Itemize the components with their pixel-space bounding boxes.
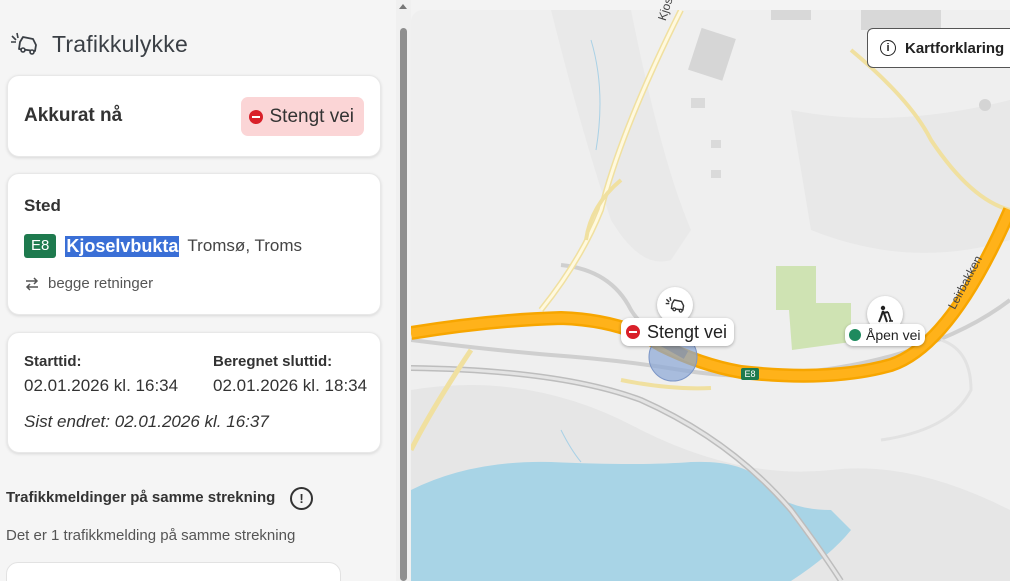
- road-row: E8 Kjoselvbukta Tromsø, Troms: [24, 234, 302, 258]
- open-road-map-label[interactable]: Åpen vei: [845, 324, 926, 346]
- badge-text: Stengt vei: [269, 105, 355, 127]
- time-card: Starttid: 02.01.2026 kl. 16:34 Beregnet …: [7, 332, 381, 453]
- no-entry-icon: [248, 109, 263, 124]
- open-road-text: Åpen vei: [866, 327, 921, 343]
- sidebar-scrollbar[interactable]: [396, 0, 411, 581]
- related-heading: Trafikkmeldinger på samme strekning: [6, 489, 276, 506]
- closed-road-map-label[interactable]: Stengt vei: [621, 318, 735, 346]
- map-view[interactable]: [411, 10, 1010, 581]
- place-detail: Tromsø, Troms: [187, 236, 302, 255]
- direction-text: begge retninger: [48, 275, 154, 292]
- exclamation-circle-icon[interactable]: !: [290, 487, 313, 510]
- status-card: Akkurat nå Stengt vei: [7, 75, 381, 157]
- info-icon: i: [880, 40, 896, 56]
- end-label: Beregnet sluttid:: [213, 353, 333, 370]
- closed-road-text: Stengt vei: [647, 321, 728, 342]
- start-label: Starttid:: [24, 353, 82, 370]
- car-crash-icon: [11, 32, 37, 55]
- no-entry-icon: [626, 325, 640, 339]
- closed-road-badge: Stengt vei: [240, 97, 364, 136]
- swap-arrows-icon: [25, 276, 39, 291]
- e8-road-shield: E8: [741, 368, 759, 380]
- open-status-dot-icon: [849, 329, 861, 341]
- location-heading: Sted: [24, 196, 61, 215]
- place-name[interactable]: Kjoselvbukta: [65, 235, 180, 257]
- scrollbar-thumb[interactable]: [400, 28, 407, 581]
- car-crash-icon: [665, 297, 685, 313]
- incident-sidebar: Trafikkulykke Akkurat nå Stengt vei Sted…: [0, 0, 396, 581]
- last-changed: Sist endret: 02.01.2026 kl. 16:37: [24, 412, 269, 431]
- direction-row: begge retninger: [24, 275, 153, 292]
- status-label: Akkurat nå: [24, 105, 123, 126]
- end-value: 02.01.2026 kl. 18:34: [213, 376, 368, 395]
- related-message-card[interactable]: [6, 562, 341, 581]
- location-card: Sted E8 Kjoselvbukta Tromsø, Troms begge…: [7, 173, 381, 315]
- scroll-up-icon[interactable]: [399, 4, 407, 9]
- page-title: Trafikkulykke: [52, 30, 188, 57]
- road-number-badge: E8: [24, 234, 57, 258]
- legend-button-label: Kartforklaring: [905, 39, 1005, 57]
- start-value: 02.01.2026 kl. 16:34: [24, 376, 179, 395]
- related-subtext: Det er 1 trafikkmelding på samme strekni…: [6, 527, 296, 544]
- map-legend-button[interactable]: i Kartforklaring: [867, 28, 1010, 68]
- map-canvas[interactable]: [411, 10, 1010, 581]
- roadwork-icon: [878, 305, 893, 323]
- title-row: Trafikkulykke: [8, 28, 188, 60]
